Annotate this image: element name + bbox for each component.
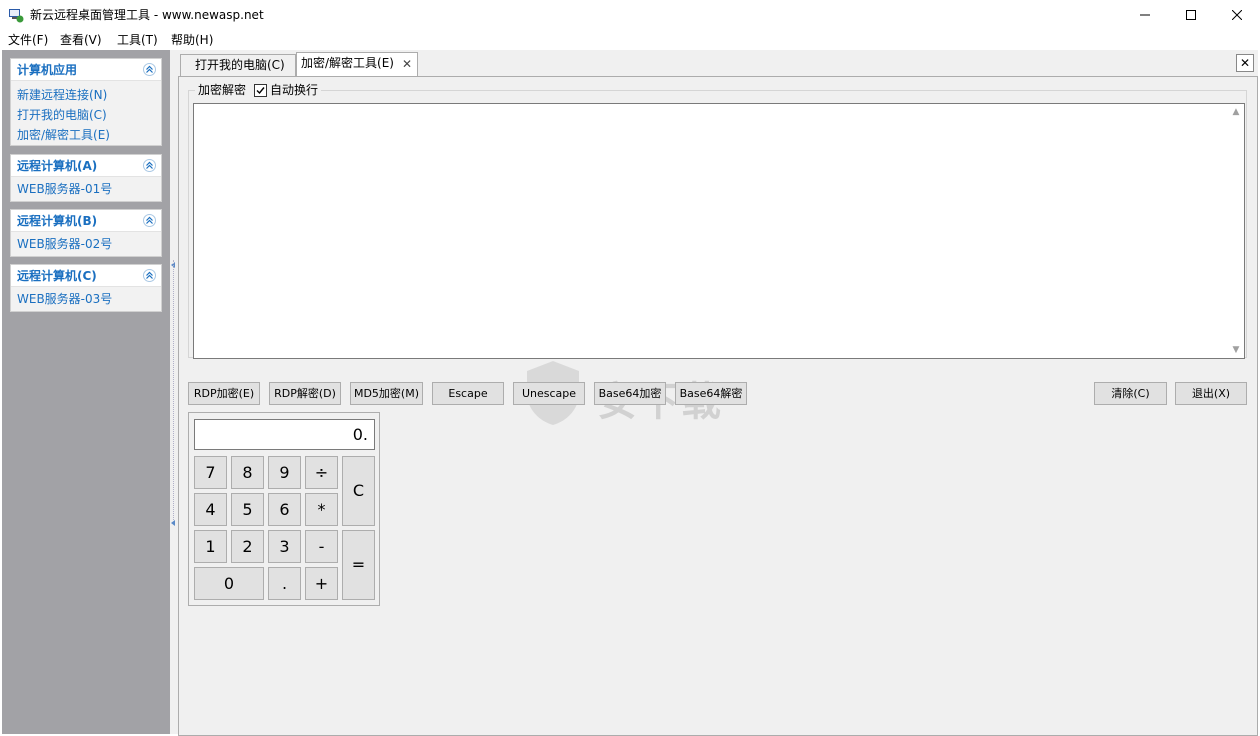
panel-remote-c: 远程计算机(C) WEB服务器-03号 <box>10 264 162 312</box>
collapse-icon[interactable] <box>143 159 156 172</box>
calc-key-0[interactable]: 0 <box>194 567 264 600</box>
app-icon <box>9 9 24 23</box>
collapse-arrow-icon[interactable] <box>171 520 175 526</box>
menu-view[interactable]: 查看(V) <box>60 33 102 47</box>
tab-close-icon[interactable]: ✕ <box>402 57 412 71</box>
text-input-area[interactable]: ▲ ▼ <box>193 103 1245 359</box>
calc-key-multiply[interactable]: * <box>305 493 338 526</box>
panel-header[interactable]: 远程计算机(B) <box>11 210 161 232</box>
menu-file[interactable]: 文件(F) <box>8 33 48 47</box>
encrypt-tool-panel: 加密解密 自动换行 ▲ ▼ 安 <box>178 76 1258 736</box>
collapse-icon[interactable] <box>143 214 156 227</box>
main-area: 打开我的电脑(C) 加密/解密工具(E) ✕ ✕ 加密解密 自动换行 ▲ ▼ R… <box>178 50 1258 736</box>
unescape-button[interactable]: Unescape <box>513 382 585 405</box>
exit-button[interactable]: 退出(X) <box>1175 382 1247 405</box>
sidebar-item-server-01[interactable]: WEB服务器-01号 <box>11 179 161 199</box>
calc-key-8[interactable]: 8 <box>231 456 264 489</box>
menu-help[interactable]: 帮助(H) <box>171 33 213 47</box>
rdp-encrypt-button[interactable]: RDP加密(E) <box>188 382 260 405</box>
base64-decrypt-button[interactable]: Base64解密 <box>675 382 747 405</box>
word-wrap-checkbox[interactable]: 自动换行 <box>254 83 318 97</box>
calc-key-9[interactable]: 9 <box>268 456 301 489</box>
close-icon <box>1232 10 1242 20</box>
calc-key-subtract[interactable]: - <box>305 530 338 563</box>
rdp-decrypt-button[interactable]: RDP解密(D) <box>269 382 341 405</box>
md5-encrypt-button[interactable]: MD5加密(M) <box>350 382 423 405</box>
calc-key-7[interactable]: 7 <box>194 456 227 489</box>
sidebar: 计算机应用 新建远程连接(N) 打开我的电脑(C) 加密/解密工具(E) 远程计… <box>2 50 170 734</box>
splitter-grip <box>173 260 174 520</box>
escape-button[interactable]: Escape <box>432 382 504 405</box>
tab-open-my-computer[interactable]: 打开我的电脑(C) <box>180 54 296 76</box>
calc-key-6[interactable]: 6 <box>268 493 301 526</box>
clear-button[interactable]: 清除(C) <box>1094 382 1167 405</box>
scroll-down-icon[interactable]: ▼ <box>1232 346 1240 355</box>
checkbox-label: 自动换行 <box>270 83 319 97</box>
calc-key-divide[interactable]: ÷ <box>305 456 338 489</box>
sidebar-item-encrypt-tool[interactable]: 加密/解密工具(E) <box>11 125 161 145</box>
close-window-button[interactable] <box>1214 0 1260 30</box>
tab-strip: 打开我的电脑(C) 加密/解密工具(E) ✕ ✕ <box>178 50 1258 76</box>
panel-header[interactable]: 远程计算机(C) <box>11 265 161 287</box>
vertical-scrollbar[interactable]: ▲ ▼ <box>1228 104 1244 358</box>
close-tab-button[interactable]: ✕ <box>1236 54 1254 72</box>
calc-key-3[interactable]: 3 <box>268 530 301 563</box>
calc-key-add[interactable]: + <box>305 567 338 600</box>
window-title: 新云远程桌面管理工具 - www.newasp.net <box>30 8 264 22</box>
title-bar: 新云远程桌面管理工具 - www.newasp.net <box>0 0 1260 30</box>
calc-key-1[interactable]: 1 <box>194 530 227 563</box>
calc-key-5[interactable]: 5 <box>231 493 264 526</box>
calc-key-clear[interactable]: C <box>342 456 375 526</box>
sidebar-item-new-connection[interactable]: 新建远程连接(N) <box>11 85 161 105</box>
panel-remote-b: 远程计算机(B) WEB服务器-02号 <box>10 209 162 257</box>
minimize-icon <box>1140 14 1150 16</box>
menu-tools[interactable]: 工具(T) <box>117 33 158 47</box>
minimize-button[interactable] <box>1122 0 1168 30</box>
group-title: 加密解密 <box>198 83 247 97</box>
calc-key-4[interactable]: 4 <box>194 493 227 526</box>
sidebar-item-open-my-computer[interactable]: 打开我的电脑(C) <box>11 105 161 125</box>
sidebar-item-server-03[interactable]: WEB服务器-03号 <box>11 289 161 309</box>
checkbox-box[interactable] <box>254 83 268 97</box>
base64-encrypt-button[interactable]: Base64加密 <box>594 382 666 405</box>
check-icon <box>256 86 265 94</box>
calc-key-dot[interactable]: . <box>268 567 301 600</box>
menu-bar: 文件(F) 查看(V) 工具(T) 帮助(H) <box>0 30 1260 50</box>
panel-title: 远程计算机(C) <box>17 269 97 283</box>
calc-key-equals[interactable]: = <box>342 530 375 600</box>
tab-label: 打开我的电脑(C) <box>195 58 285 72</box>
maximize-button[interactable] <box>1168 0 1214 30</box>
collapse-icon[interactable] <box>143 269 156 282</box>
calc-key-2[interactable]: 2 <box>231 530 264 563</box>
panel-header[interactable]: 远程计算机(A) <box>11 155 161 177</box>
panel-computer-apps: 计算机应用 新建远程连接(N) 打开我的电脑(C) 加密/解密工具(E) <box>10 58 162 146</box>
sidebar-splitter[interactable] <box>170 50 178 734</box>
panel-header[interactable]: 计算机应用 <box>11 59 161 81</box>
tab-label: 加密/解密工具(E) <box>301 56 394 70</box>
scroll-up-icon[interactable]: ▲ <box>1232 108 1240 117</box>
panel-title: 计算机应用 <box>17 63 78 77</box>
collapse-icon[interactable] <box>143 63 156 76</box>
tab-encrypt-tool[interactable]: 加密/解密工具(E) ✕ <box>296 52 418 76</box>
panel-title: 远程计算机(B) <box>17 214 98 228</box>
maximize-icon <box>1186 10 1196 20</box>
panel-remote-a: 远程计算机(A) WEB服务器-01号 <box>10 154 162 202</box>
panel-title: 远程计算机(A) <box>17 159 98 173</box>
calculator: 0. 7 8 9 ÷ C 4 5 6 * 1 2 3 - = 0 . + <box>188 412 380 606</box>
encrypt-groupbox: 加密解密 自动换行 ▲ ▼ <box>188 83 1247 359</box>
group-legend: 加密解密 自动换行 <box>195 83 322 97</box>
calculator-display: 0. <box>194 419 375 450</box>
sidebar-item-server-02[interactable]: WEB服务器-02号 <box>11 234 161 254</box>
